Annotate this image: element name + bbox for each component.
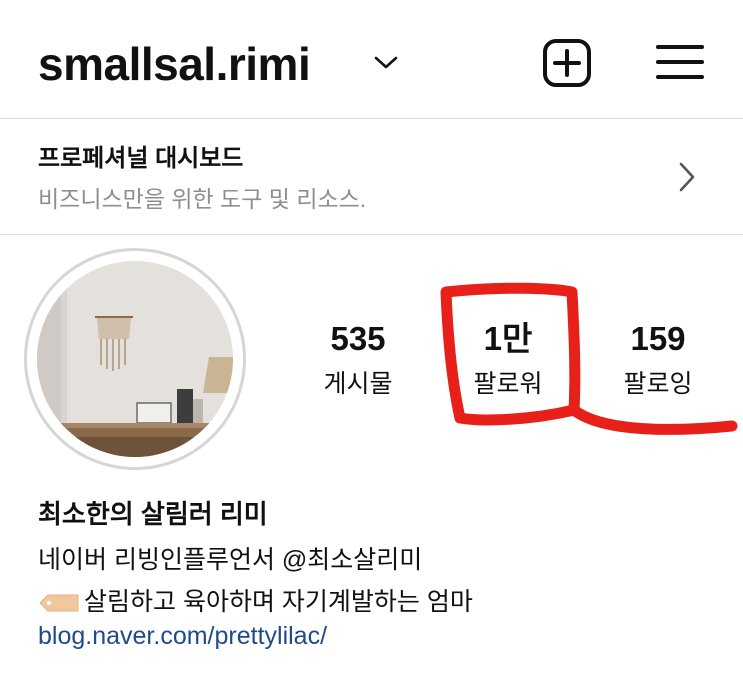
followers-count: 1만 xyxy=(483,320,533,357)
dashboard-title: 프로페셔널 대시보드 xyxy=(38,145,244,172)
profile-display-name: 최소한의 살림러 리미 xyxy=(38,499,268,529)
followers-label: 팔로워 xyxy=(473,370,543,398)
following-count: 159 xyxy=(630,320,686,357)
profile-avatar[interactable] xyxy=(24,248,246,470)
username[interactable]: smallsal.rimi xyxy=(38,38,311,90)
followers-stat[interactable]: 1만 팔로워 xyxy=(438,320,578,400)
chevron-down-icon[interactable] xyxy=(372,52,400,72)
add-square-icon[interactable] xyxy=(542,38,592,88)
following-label: 팔로잉 xyxy=(623,370,693,398)
posts-label: 게시물 xyxy=(323,370,393,398)
bio-line-2: 살림하고 육아하며 자기계발하는 엄마 xyxy=(38,582,473,618)
professional-dashboard-row[interactable] xyxy=(0,119,743,234)
avatar-photo xyxy=(37,261,233,457)
dashboard-divider xyxy=(0,234,743,235)
chevron-right-icon[interactable] xyxy=(676,160,698,194)
profile-header: smallsal.rimi xyxy=(0,0,743,118)
bio-line-1: 네이버 리빙인플루언서 @최소살리미 xyxy=(38,546,423,574)
dashboard-subtitle: 비즈니스만을 위한 도구 및 리소스. xyxy=(38,186,367,212)
posts-stat[interactable]: 535 게시물 xyxy=(288,320,428,400)
following-stat[interactable]: 159 팔로잉 xyxy=(588,320,728,400)
hamburger-menu-icon[interactable] xyxy=(656,42,704,82)
label-tag-emoji-icon xyxy=(39,594,79,612)
bio-line-2-text: 살림하고 육아하며 자기계발하는 엄마 xyxy=(84,588,473,616)
posts-count: 535 xyxy=(330,320,386,357)
bio-link[interactable]: blog.naver.com/prettylilac/ xyxy=(38,622,327,651)
